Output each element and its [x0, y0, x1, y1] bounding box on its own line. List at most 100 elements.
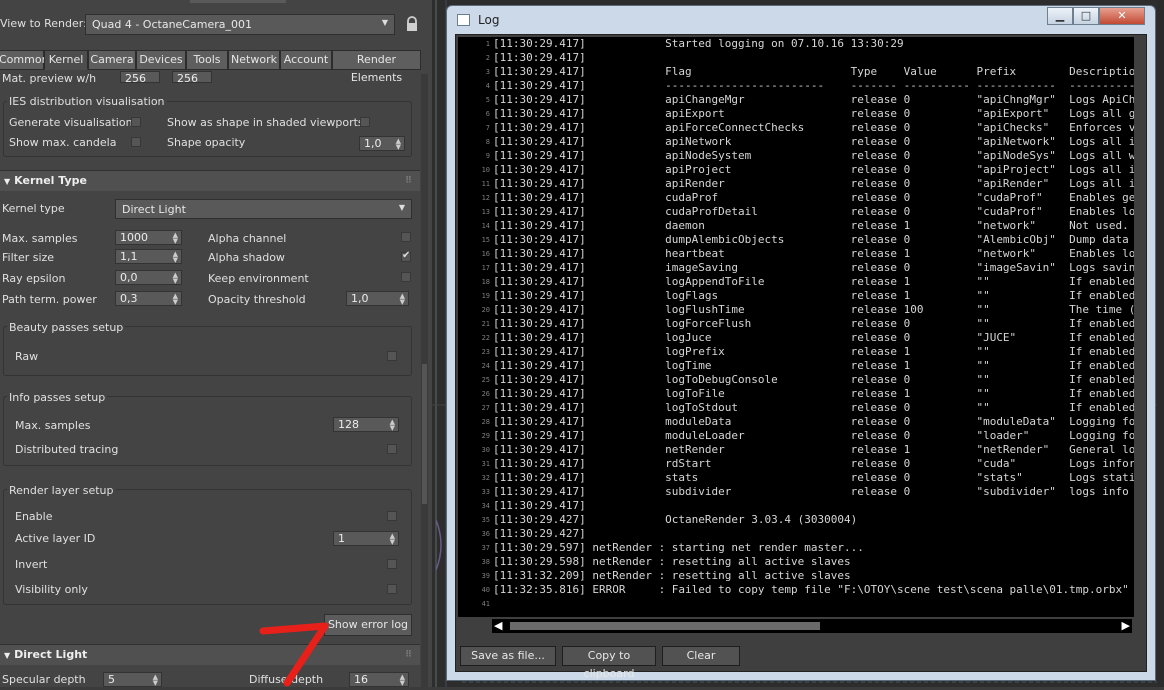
clear-button[interactable]: Clear — [662, 646, 740, 666]
specular-depth-spinner[interactable]: 5 ▲ ▼ — [103, 672, 162, 687]
tab-network[interactable]: Network — [228, 50, 280, 70]
tab-tools[interactable]: Tools — [186, 50, 228, 70]
path-term-power-spinner[interactable]: 0,3 ▲ ▼ — [115, 291, 182, 306]
log-line-number: 11 — [481, 180, 490, 188]
log-line-number: 19 — [481, 292, 490, 300]
log-line-number: 32 — [481, 474, 490, 482]
view-to-render-value: Quad 4 - OctaneCamera_001 — [92, 18, 252, 31]
shape-opacity-spinner[interactable]: 1,0 ▲ ▼ — [359, 136, 405, 151]
log-line-number: 26 — [481, 390, 490, 398]
filter-size-spinner[interactable]: 1,1 ▲ ▼ — [115, 249, 182, 264]
kernel-type-dropdown[interactable]: Direct Light ▼ — [115, 199, 412, 219]
generate-visualisation-checkbox[interactable] — [131, 117, 141, 127]
log-line-text: [11:30:29.417] apiChangeMgr release 0 "a… — [493, 93, 1134, 106]
log-line-text: [11:30:29.417] logJuce release 0 "JUCE" … — [493, 331, 1134, 344]
log-line-number: 3 — [485, 68, 490, 76]
log-line-number: 39 — [481, 572, 490, 580]
alpha-shadow-checkbox[interactable] — [401, 250, 411, 262]
active-layer-id-label: Active layer ID — [15, 532, 96, 545]
alpha-channel-checkbox[interactable] — [401, 232, 411, 242]
direct-light-rollout-header[interactable]: ▼ Direct Light ⠿ — [0, 644, 420, 665]
active-layer-id-spinner[interactable]: 1 ▲ ▼ — [333, 531, 399, 546]
info-max-samples-spinner[interactable]: 128 ▲ ▼ — [333, 417, 399, 432]
log-line-number: 2 — [485, 54, 490, 62]
log-scrollbar-thumb[interactable] — [510, 622, 820, 630]
visibility-only-label: Visibility only — [15, 583, 88, 596]
panel-scrollbar[interactable] — [421, 74, 428, 687]
ray-epsilon-spinner[interactable]: 0,0 ▲ ▼ — [115, 270, 182, 285]
log-line-number: 17 — [481, 264, 490, 272]
log-line-text: [11:30:29.417] Started logging on 07.10.… — [493, 37, 904, 50]
log-line-number: 37 — [481, 544, 490, 552]
log-line-text: [11:30:29.427] OctaneRender 3.03.4 (3030… — [493, 513, 858, 526]
scroll-left-icon[interactable]: ◀ — [494, 619, 502, 632]
show-shape-checkbox[interactable] — [360, 117, 370, 127]
invert-checkbox[interactable] — [387, 559, 397, 569]
distributed-tracing-checkbox[interactable] — [387, 444, 397, 454]
log-line-number: 36 — [481, 530, 490, 538]
tab-camera[interactable]: Camera — [88, 50, 136, 70]
log-line-number: 33 — [481, 488, 490, 496]
minimize-button[interactable]: ▁ — [1047, 7, 1073, 25]
mat-preview-label: Mat. preview w/h — [2, 72, 97, 85]
ray-epsilon-label: Ray epsilon — [2, 272, 66, 285]
log-line-number: 13 — [481, 208, 490, 216]
show-candela-checkbox[interactable] — [131, 137, 141, 147]
view-to-render-dropdown[interactable]: Quad 4 - OctaneCamera_001 ▼ — [85, 14, 395, 35]
log-line-text: [11:30:29.417] cudaProf release 0 "cudaP… — [493, 191, 1134, 204]
panel-scrollbar-thumb[interactable] — [422, 364, 427, 504]
enable-checkbox[interactable] — [387, 511, 397, 521]
copy-to-clipboard-button[interactable]: Copy to clipboard — [562, 646, 656, 680]
raw-label: Raw — [15, 350, 39, 363]
info-max-samples-label: Max. samples — [15, 419, 91, 432]
maximize-button[interactable]: □ — [1073, 7, 1099, 25]
alpha-channel-label: Alpha channel — [208, 232, 287, 245]
max-samples-spinner[interactable]: 1000 ▲ ▼ — [115, 230, 182, 245]
opacity-threshold-spinner[interactable]: 1,0 ▲ ▼ — [346, 291, 409, 306]
kernel-type-label: Kernel type — [2, 202, 65, 215]
view-to-render-label: View to Render: — [0, 17, 87, 30]
log-line-number: 12 — [481, 194, 490, 202]
beauty-passes-title: Beauty passes setup — [7, 321, 126, 334]
tab-render-elements[interactable]: Render Elements — [332, 50, 421, 84]
show-error-log-button[interactable]: Show error log — [324, 614, 412, 636]
close-button[interactable]: ✕ — [1099, 7, 1145, 25]
log-line-text: [11:30:29.417] apiExport release 0 "apiE… — [493, 107, 1134, 120]
lock-icon[interactable] — [404, 16, 420, 32]
raw-checkbox[interactable] — [387, 351, 397, 361]
log-line-text: [11:30:29.597] netRender : starting net … — [493, 541, 864, 554]
collapse-icon: ▼ — [4, 651, 11, 660]
tab-account[interactable]: Account — [280, 50, 332, 70]
mat-preview-width[interactable]: 256 — [120, 71, 160, 85]
keep-environment-checkbox[interactable] — [401, 272, 411, 282]
log-line-text: [11:30:29.417] dumpAlembicObjects releas… — [493, 233, 1134, 246]
log-line-text: [11:30:29.417] apiForceConnectChecks rel… — [493, 121, 1134, 134]
render-settings-panel: View to Render: Quad 4 - OctaneCamera_00… — [0, 0, 432, 687]
shape-opacity-label: Shape opacity — [167, 136, 246, 149]
drag-grip-icon: ⠿ — [404, 176, 412, 186]
log-line-text: [11:30:29.417] Flag Type Value Prefix De… — [493, 65, 1134, 78]
diffuse-depth-spinner[interactable]: 16 ▲ ▼ — [349, 672, 409, 687]
log-line-text: [11:30:29.417] rdStart release 0 "cuda" … — [493, 457, 1134, 470]
log-line-number: 34 — [481, 502, 490, 510]
log-text-area[interactable]: 1 [11:30:29.417] Started logging on 07.10… — [458, 37, 1134, 617]
log-line-text: [11:30:29.417] logPrefix release 1 "" If… — [493, 345, 1134, 358]
red-arrow-annotation — [259, 622, 329, 687]
log-line-text: [11:30:29.417] apiNodeSystem release 0 "… — [493, 149, 1134, 162]
tab-kernel[interactable]: Kernel — [44, 50, 88, 70]
log-line-number: 25 — [481, 376, 490, 384]
tab-devices[interactable]: Devices — [136, 50, 186, 70]
log-line-number: 18 — [481, 278, 490, 286]
log-horizontal-scrollbar[interactable]: ◀ ▶ — [492, 619, 1132, 633]
log-line-number: 41 — [481, 600, 490, 608]
scroll-right-icon[interactable]: ▶ — [1122, 619, 1130, 632]
kernel-type-rollout-header[interactable]: ▼ Kernel Type ⠿ — [0, 170, 420, 191]
right-edge-strip — [1157, 0, 1164, 687]
mat-preview-height[interactable]: 256 — [172, 71, 212, 85]
log-line-number: 15 — [481, 236, 490, 244]
chevron-down-icon: ▼ — [398, 203, 405, 212]
save-as-file-button[interactable]: Save as file... — [460, 646, 556, 666]
log-line-text: [11:30:29.417] logAppendToFile release 1… — [493, 275, 1134, 288]
tab-common[interactable]: Common — [0, 50, 49, 70]
visibility-only-checkbox[interactable] — [387, 584, 397, 594]
